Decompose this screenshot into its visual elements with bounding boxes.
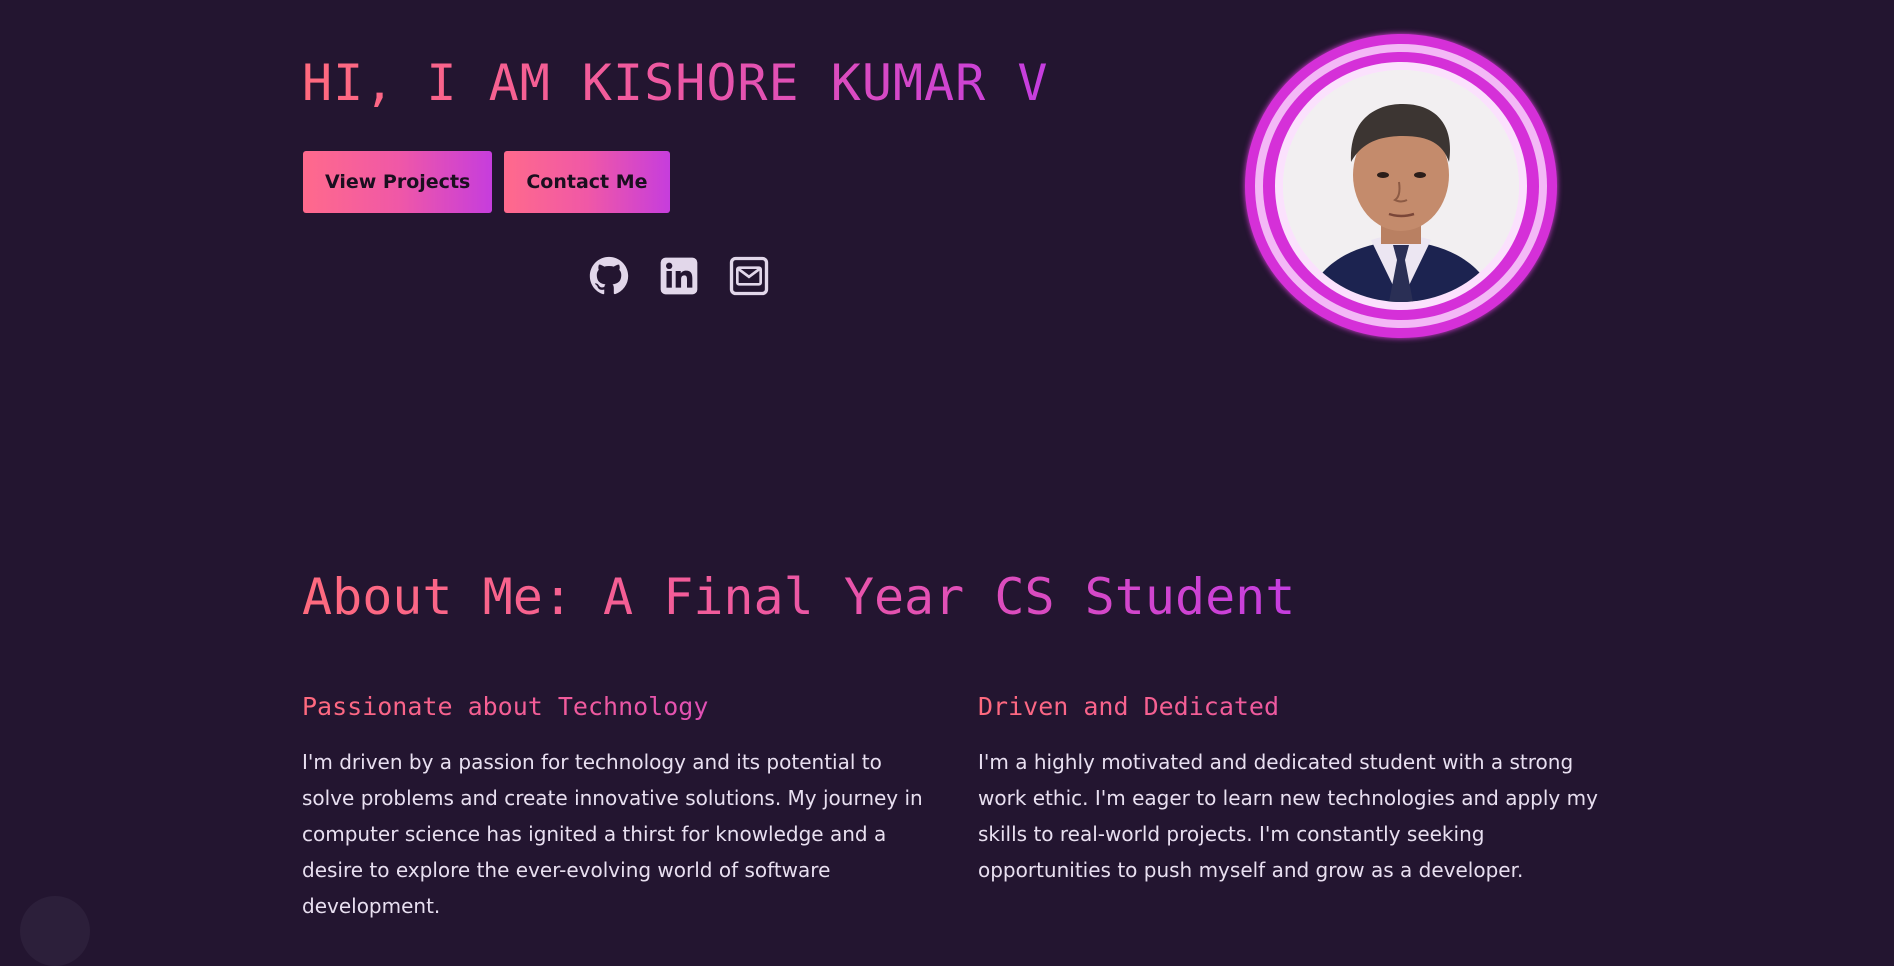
mail-icon: [729, 256, 769, 296]
github-icon: [589, 256, 629, 295]
hero-title: HI, I AM KISHORE KUMAR V: [302, 50, 1048, 116]
about-column-driven: Driven and Dedicated I'm a highly motiva…: [978, 690, 1608, 888]
contact-me-button[interactable]: Contact Me: [504, 151, 670, 213]
profile-avatar: [1245, 34, 1557, 338]
github-link[interactable]: [588, 255, 630, 297]
social-links: [588, 255, 770, 297]
linkedin-link[interactable]: [658, 255, 700, 297]
email-link[interactable]: [728, 255, 770, 297]
about-column-heading: Passionate about Technology: [302, 690, 932, 724]
about-column-passion: Passionate about Technology I'm driven b…: [302, 690, 932, 924]
about-column-text: I'm driven by a passion for technology a…: [302, 750, 923, 918]
linkedin-icon: [660, 257, 698, 295]
about-column-text: I'm a highly motivated and dedicated stu…: [978, 750, 1598, 882]
view-projects-button[interactable]: View Projects: [303, 151, 493, 213]
profile-photo: [1283, 70, 1519, 302]
about-title: About Me: A Final Year CS Student: [302, 564, 1295, 630]
hero-buttons: View Projects Contact Me: [303, 151, 670, 213]
about-column-heading: Driven and Dedicated: [978, 690, 1608, 724]
floating-widget[interactable]: [20, 896, 90, 966]
